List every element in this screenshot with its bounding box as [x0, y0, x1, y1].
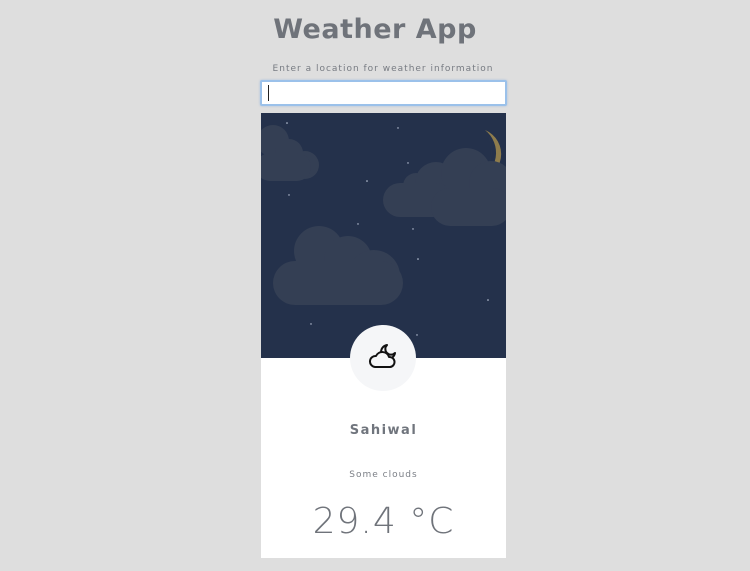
star — [397, 127, 399, 129]
star — [407, 162, 409, 164]
app-title: Weather App — [273, 14, 477, 45]
weather-icon-badge — [350, 325, 416, 391]
star — [417, 258, 419, 260]
city-name: Sahiwal — [349, 423, 418, 438]
star — [487, 299, 489, 301]
star — [357, 223, 359, 225]
star — [416, 334, 418, 336]
location-input[interactable] — [260, 80, 507, 106]
temperature-value: 29.4 °C — [312, 501, 455, 542]
weather-card: Sahiwal Some clouds 29.4 °C — [261, 113, 506, 558]
star — [310, 323, 312, 325]
star — [286, 122, 288, 124]
location-input-label: Enter a location for weather information — [272, 64, 494, 74]
cloud-top-left — [261, 125, 319, 181]
star — [288, 194, 290, 196]
star — [412, 228, 414, 230]
night-sky-illustration — [261, 113, 506, 358]
weather-condition: Some clouds — [349, 470, 418, 480]
partly-cloudy-night-icon — [369, 344, 396, 368]
text-caret — [268, 85, 269, 101]
star — [366, 180, 368, 182]
cloud-middle — [273, 226, 403, 305]
cloud-right — [383, 148, 506, 226]
